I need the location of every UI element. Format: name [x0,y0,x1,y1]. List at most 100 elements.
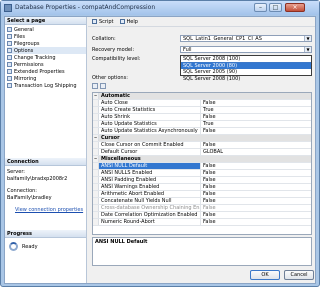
progress-header: Progress [5,230,86,238]
compat-level-dropdown[interactable]: SQL Server 2008 (100) SQL Server 2000 (8… [180,55,312,81]
page-item[interactable]: Permissions [7,61,86,68]
grid-toolbar [92,83,108,90]
grid-property-row[interactable]: Auto Close False [93,100,311,107]
alphabetical-icon[interactable] [100,83,106,89]
page-item[interactable]: Mirroring [7,75,86,82]
ok-button[interactable]: OK [250,270,280,280]
script-button[interactable]: Script [92,19,114,25]
connection-value: BalFamily\bradley [7,195,52,201]
grid-property-name: ANSI NULLS Enabled [99,170,201,176]
page-item[interactable]: General [7,26,86,33]
page-item-label: General [14,26,34,33]
page-item[interactable]: Options [7,47,86,54]
page-item[interactable]: Files [7,33,86,40]
progress-status: Ready [9,242,38,251]
grid-property-value[interactable]: False [201,219,311,225]
grid-property-row[interactable]: Numeric Round-Abort False [93,219,311,226]
page-item[interactable]: Change Tracking [7,54,86,61]
script-icon [92,19,97,24]
connection-header: Connection [5,158,86,166]
compat-option[interactable]: SQL Server 2008 (100) [181,76,311,83]
grid-property-value[interactable]: True [201,121,311,127]
grid-property-value[interactable]: False [201,198,311,204]
close-button[interactable]: × [285,3,305,12]
collation-value: SQL_Latin1_General_CP1_CI_AS [183,36,262,42]
grid-property-row[interactable]: ANSI Padding Enabled False [93,177,311,184]
page-icon [7,41,12,46]
collation-row: Collation: SQL_Latin1_General_CP1_CI_AS … [92,35,312,43]
grid-property-value[interactable]: False [201,114,311,120]
grid-property-value[interactable]: False [201,142,311,148]
grid-property-value[interactable]: False [201,100,311,106]
grid-category-row[interactable]: − Cursor [93,135,311,142]
options-property-grid[interactable]: − Automatic Auto Close False Auto Create Sta… [92,92,312,235]
compat-level-label: Compatibility level: [92,56,141,62]
grid-property-name: Auto Update Statistics Asynchronously [99,128,201,134]
grid-property-row[interactable]: Auto Update Statistics Asynchronously Fal… [93,128,311,135]
page-item-label: Permissions [14,61,44,68]
chevron-down-icon[interactable]: ▼ [304,47,311,52]
grid-category-name: Automatic [101,93,130,99]
grid-property-row[interactable]: Date Correlation Optimization Enabled Fal… [93,212,311,219]
page-item-label: Extended Properties [14,68,65,75]
categorized-icon[interactable] [92,83,98,89]
other-options-label: Other options: [92,75,128,81]
chevron-down-icon[interactable]: ▼ [304,36,311,41]
recovery-model-select[interactable]: Full ▼ [180,46,312,53]
page-icon [7,34,12,39]
property-description: ANSI NULL Default [92,237,312,266]
page-item[interactable]: Filegroups [7,40,86,47]
grid-property-value[interactable]: False [201,177,311,183]
grid-property-name: ANSI Warnings Enabled [99,184,201,190]
database-icon [4,4,12,12]
grid-property-row[interactable]: Concatenate Null Yields Null False [93,198,311,205]
view-connection-properties-link[interactable]: View connection properties [15,207,83,213]
progress-status-text: Ready [22,243,38,250]
grid-property-row[interactable]: ANSI NULLS Enabled False [93,170,311,177]
grid-property-value[interactable]: False [201,170,311,176]
grid-property-value[interactable]: GLOBAL [201,149,311,155]
grid-category-row[interactable]: − Automatic [93,93,311,100]
cancel-button[interactable]: Cancel [284,270,314,280]
grid-property-name: ANSI Padding Enabled [99,177,201,183]
grid-property-row[interactable]: Default Cursor GLOBAL [93,149,311,156]
page-item[interactable]: Extended Properties [7,68,86,75]
grid-property-row[interactable]: Close Cursor on Commit Enabled False [93,142,311,149]
compat-options-list: SQL Server 2000 (80) SQL Server 2005 (90)… [181,62,311,83]
help-button[interactable]: Help [119,18,138,25]
grid-category-row[interactable]: − Miscellaneous [93,156,311,163]
grid-category-name: Miscellaneous [101,156,141,162]
view-connection-row: View connection properties [7,207,85,214]
left-pane: Select a page General Files Filegroups Opti… [5,17,87,283]
page-item[interactable]: Transaction Log Shipping [7,82,86,89]
grid-property-value[interactable]: False [201,191,311,197]
page-icon [7,62,12,67]
server-label: Server: [7,169,25,175]
grid-property-row[interactable]: Cross-database Ownership Chaining Enable… [93,205,311,212]
grid-property-row[interactable]: ANSI NULL Default False [93,163,311,170]
maximize-button[interactable]: □ [269,3,282,12]
server-value: balfamily\bradxp2008r2 [7,176,68,182]
grid-property-row[interactable]: Arithmetic Abort Enabled False [93,191,311,198]
grid-property-value[interactable]: False [201,212,311,218]
collation-select[interactable]: SQL_Latin1_General_CP1_CI_AS ▼ [180,35,312,42]
grid-property-value[interactable]: True [201,107,311,113]
recovery-model-row: Recovery model: Full ▼ [92,46,312,54]
grid-property-row[interactable]: Auto Shrink False [93,114,311,121]
grid-property-value[interactable]: False [201,128,311,134]
grid-property-value[interactable]: False [201,163,311,169]
help-label: Help [126,18,138,25]
grid-property-value[interactable]: False [201,205,311,211]
grid-property-row[interactable]: Auto Update Statistics True [93,121,311,128]
dialog-window: Database Properties - compatAndCompressi… [0,0,320,287]
collation-label: Collation: [92,36,116,42]
grid-property-row[interactable]: ANSI Warnings Enabled False [93,184,311,191]
page-icon [7,76,12,81]
connection-label: Connection: [7,188,37,194]
grid-property-name: Auto Create Statistics [99,107,201,113]
grid-property-row[interactable]: Auto Create Statistics True [93,107,311,114]
page-icon [7,69,12,74]
minimize-button[interactable]: – [254,3,267,12]
grid-property-value[interactable]: False [201,184,311,190]
title-bar[interactable]: Database Properties - compatAndCompressi… [1,1,319,15]
